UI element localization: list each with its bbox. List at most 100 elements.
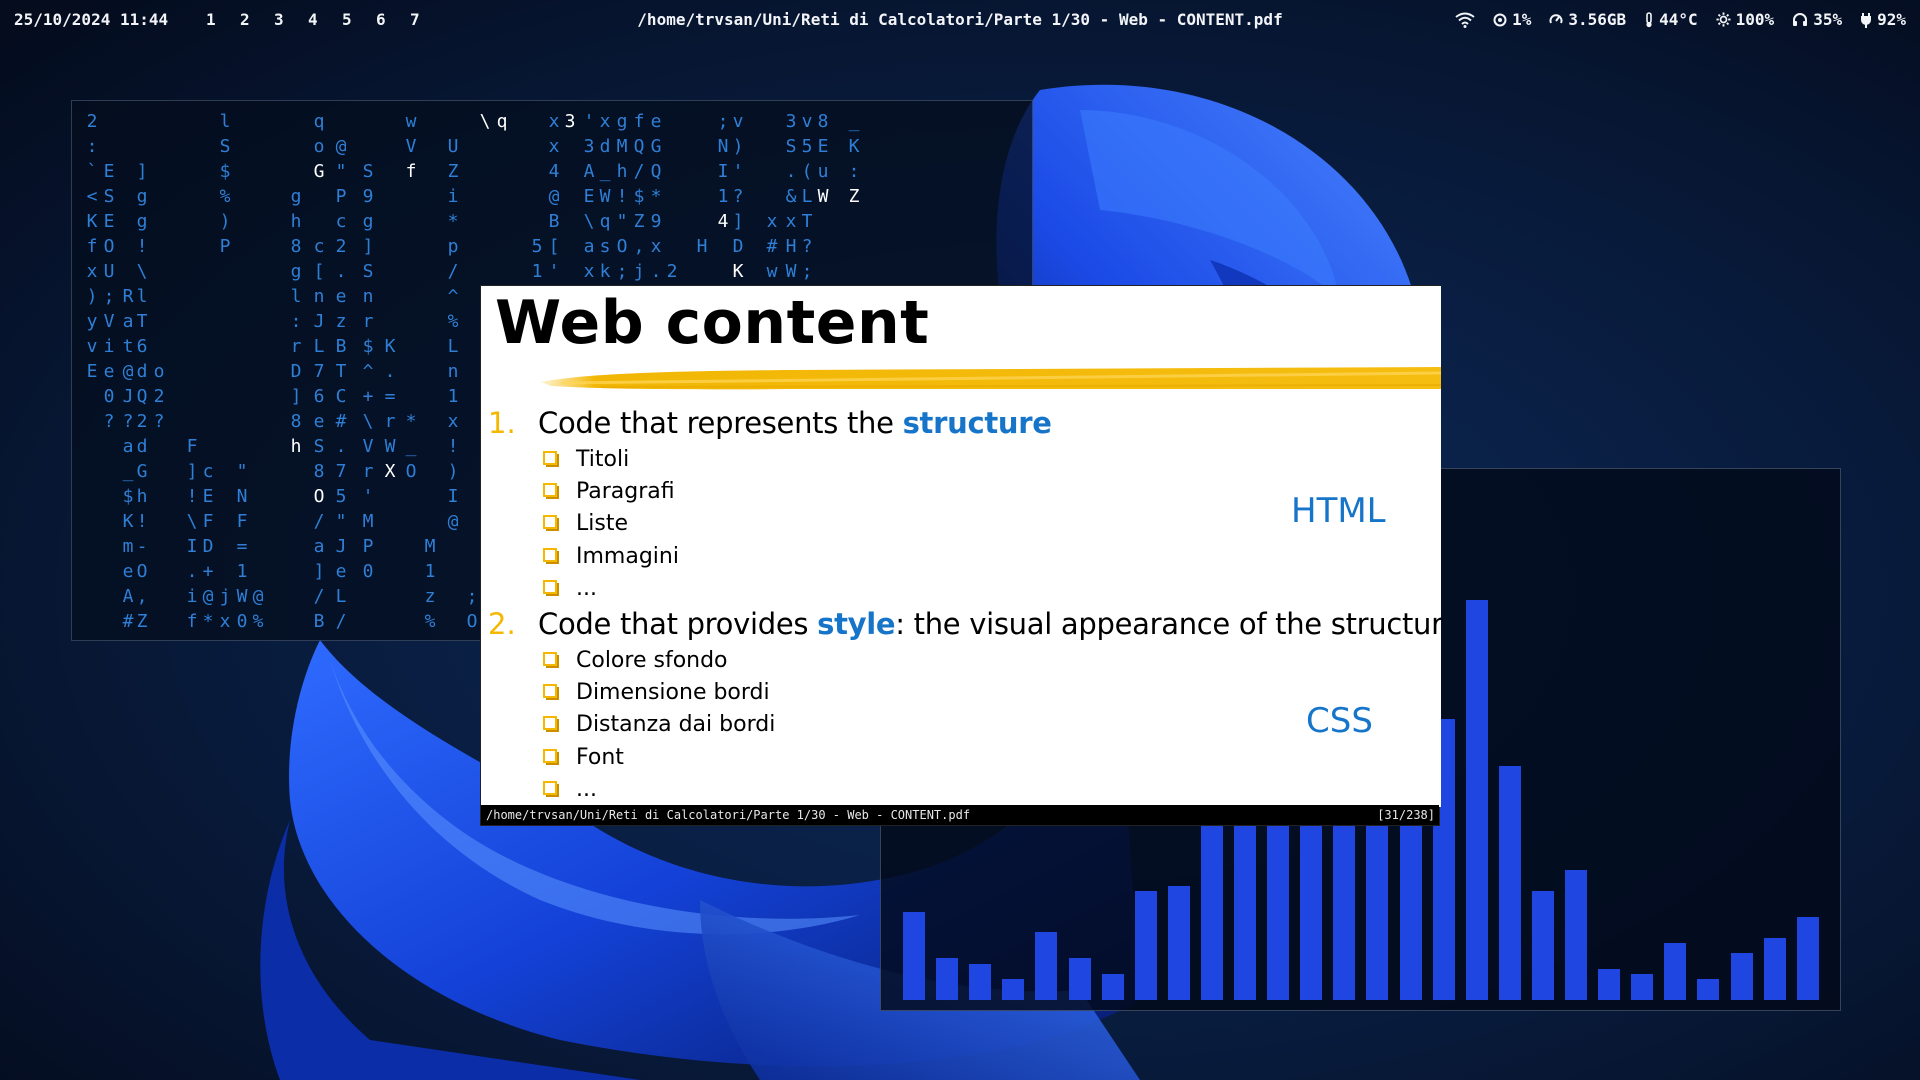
- matrix-rain-column: 2: [666, 261, 678, 282]
- list-number-1: 1.: [488, 406, 516, 440]
- subitem-label: Liste: [576, 511, 628, 536]
- visualizer-bar: [1002, 979, 1025, 1000]
- matrix-rain-column: 3: [564, 111, 576, 132]
- subitem: Paragrafi: [543, 479, 675, 504]
- matrix-rain-column: K . = r W X: [384, 336, 396, 482]
- workspace-6[interactable]: 6: [376, 10, 410, 29]
- visualizer-bar: [1531, 891, 1554, 1000]
- subitem: Colore sfondo: [543, 648, 728, 673]
- label-css: CSS: [1306, 701, 1373, 741]
- visualizer-bar: [1565, 870, 1587, 1000]
- visualizer-bar: [1763, 938, 1786, 1000]
- workspace-7[interactable]: 7: [410, 10, 444, 29]
- square-bullet-icon: [543, 716, 559, 732]
- battery-charging-icon: [1861, 12, 1872, 28]
- subitem: Font: [543, 745, 624, 770]
- visualizer-bar: [1465, 600, 1488, 1000]
- subitem: Titoli: [543, 447, 629, 472]
- visualizer-bar: [1167, 886, 1190, 1000]
- wifi-indicator[interactable]: [1455, 12, 1475, 28]
- visualizer-bar: [936, 958, 959, 1000]
- top-bar: 25/10/2024 11:44 1 2 3 4 5 6 7 /home/trv…: [0, 0, 1920, 40]
- keyword-style: style: [817, 607, 896, 641]
- pdf-page[interactable]: Web content 1. Code that represents the …: [481, 286, 1441, 807]
- subitem: Distanza dai bordi: [543, 712, 775, 737]
- matrix-rain-column: U Z i * p / ^ % L n 1 x ! ) I @: [447, 136, 459, 532]
- visualizer-bar: [1697, 979, 1720, 1000]
- matrix-rain-column: @ %: [252, 586, 264, 632]
- pdf-viewer-window[interactable]: Web content 1. Code that represents the …: [480, 285, 1441, 826]
- visualizer-bar: [1598, 969, 1621, 1000]
- label-html: HTML: [1291, 491, 1386, 531]
- square-bullet-icon: [543, 548, 559, 564]
- subitem: Dimensione bordi: [543, 680, 770, 705]
- workspace-switcher: 1 2 3 4 5 6 7: [206, 10, 444, 29]
- matrix-rain-column: v ) ' ? ] D K: [732, 111, 744, 282]
- workspace-3[interactable]: 3: [274, 10, 308, 29]
- subitem: Liste: [543, 511, 628, 536]
- visualizer-bar: [1730, 953, 1753, 1000]
- slide-title: Web content: [495, 288, 930, 358]
- headphones-icon: [1793, 13, 1808, 26]
- visualizer-bar: [1796, 917, 1819, 1000]
- temperature-indicator[interactable]: 44°C: [1644, 10, 1698, 29]
- subitem-label: ...: [576, 576, 597, 601]
- subitem-label: Distanza dai bordi: [576, 712, 776, 737]
- list-item-style: Code that provides style: the visual app…: [538, 607, 1441, 641]
- list-number-2: 2.: [488, 607, 516, 641]
- matrix-rain-column: @ " P c 2 . e z B T C # . 7 5 " J e L /: [335, 136, 347, 632]
- subitem: ...: [543, 576, 597, 601]
- item-text-after: : the visual appearance of the structure: [895, 607, 1441, 641]
- square-bullet-icon: [543, 451, 559, 467]
- brightness-indicator[interactable]: 100%: [1716, 10, 1775, 29]
- workspace-5[interactable]: 5: [342, 10, 376, 29]
- highlighter-brush-stroke: [541, 367, 1441, 390]
- matrix-rain-column: S 9 g ] S n r $ ^ + \ V r ' M P 0: [362, 161, 374, 582]
- subitem-label: Immagini: [576, 544, 679, 569]
- clock: 25/10/2024 11:44: [14, 10, 169, 29]
- matrix-rain-column: H: [696, 236, 708, 257]
- volume-level: 35%: [1813, 10, 1843, 29]
- subitem: ...: [543, 777, 597, 802]
- workspace-4[interactable]: 4: [308, 10, 342, 29]
- memory-indicator[interactable]: 3.56GB: [1549, 10, 1626, 29]
- square-bullet-icon: [543, 652, 559, 668]
- subitem-label: ...: [576, 777, 597, 802]
- system-status: 1% 3.56GB 44°C 100% 35% 92%: [1455, 10, 1906, 29]
- cpu-temperature: 44°C: [1659, 10, 1698, 29]
- matrix-rain-column: E S E O U ; V i e 0 ?: [103, 161, 115, 432]
- page-indicator: [31/238]: [1377, 808, 1435, 822]
- cpu-icon: [1493, 13, 1507, 26]
- matrix-rain-column: M 1 z %: [424, 536, 436, 632]
- battery-indicator[interactable]: 92%: [1860, 10, 1906, 29]
- matrix-rain-column: 8 E u W: [817, 111, 829, 207]
- workspace-1[interactable]: 1: [206, 10, 240, 29]
- visualizer-bar: [1101, 974, 1124, 1000]
- cpu-usage: 1%: [1512, 10, 1532, 29]
- visualizer-bar: [1631, 974, 1654, 1000]
- matrix-rain-column: g h 8 g l : r D ] 8 h: [290, 186, 302, 457]
- square-bullet-icon: [543, 515, 559, 531]
- subitem-label: Paragrafi: [576, 479, 675, 504]
- visualizer-bar: [1068, 958, 1091, 1000]
- viewer-statusline: /home/trvsan/Uni/Reti di Calcolatori/Par…: [481, 805, 1439, 825]
- battery-level: 92%: [1877, 10, 1906, 29]
- workspace-2[interactable]: 2: [240, 10, 274, 29]
- keyword-structure: structure: [902, 406, 1052, 440]
- memory-gauge-icon: [1549, 13, 1563, 23]
- subitem: Immagini: [543, 544, 679, 569]
- visualizer-bar: [1035, 932, 1058, 1000]
- brightness-level: 100%: [1735, 10, 1775, 29]
- cpu-indicator[interactable]: 1%: [1493, 10, 1531, 29]
- matrix-rain-column: w V f * _ O: [405, 111, 417, 482]
- thermometer-icon: [1646, 11, 1652, 27]
- brightness-icon: [1716, 12, 1731, 27]
- list-item-structure: Code that represents the structure: [538, 406, 1052, 440]
- volume-indicator[interactable]: 35%: [1792, 10, 1842, 29]
- visualizer-bar: [903, 912, 925, 1000]
- square-bullet-icon: [543, 781, 559, 797]
- matrix-rain-column: x # w: [766, 211, 778, 282]
- matrix-rain-column: q: [496, 111, 508, 132]
- item-text-before: Code that provides: [538, 607, 818, 641]
- square-bullet-icon: [543, 749, 559, 765]
